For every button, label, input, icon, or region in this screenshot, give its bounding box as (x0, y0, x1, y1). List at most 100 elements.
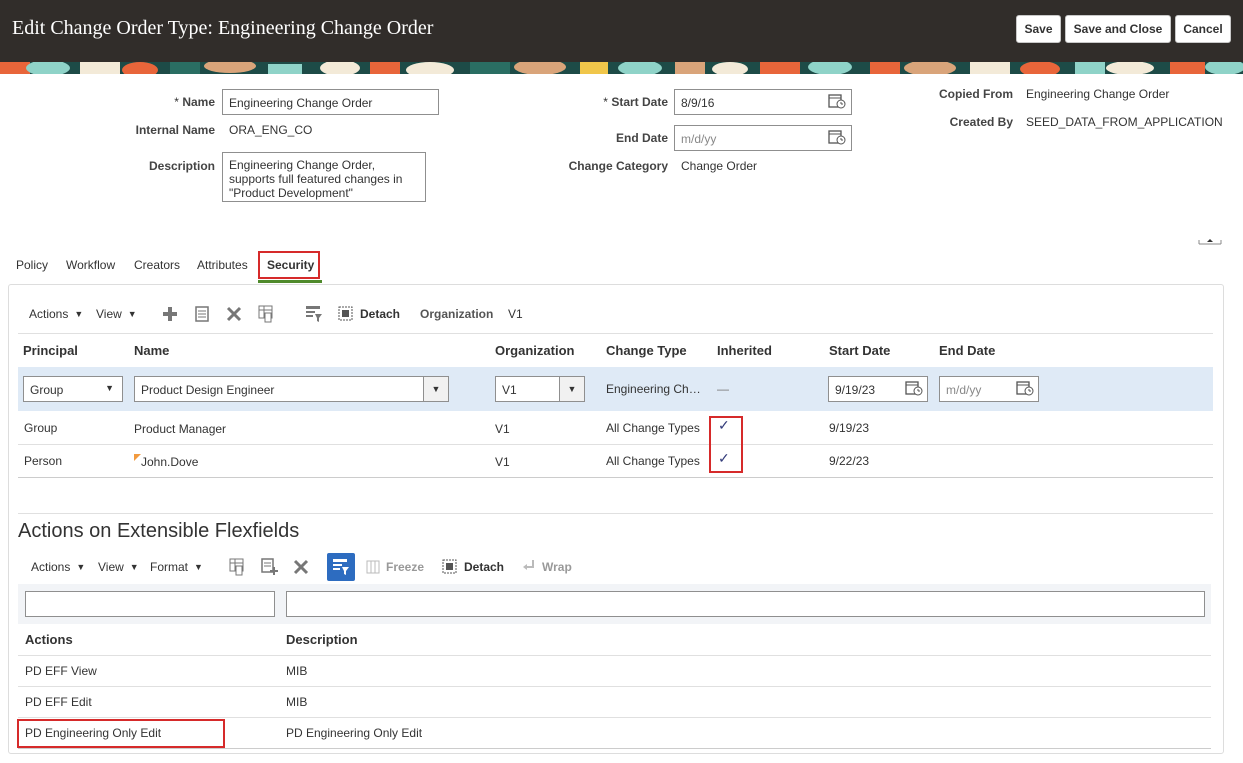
tab-creators[interactable]: Creators (134, 258, 180, 272)
tab-policy[interactable]: Policy (16, 258, 48, 272)
copied-from-label: Copied From (939, 87, 1013, 101)
description-filter-input[interactable] (286, 591, 1205, 617)
detach-button[interactable]: Detach (360, 307, 400, 321)
organization-combobox[interactable]: V1 ▼ (495, 376, 585, 402)
column-header-end-date[interactable]: End Date (939, 343, 995, 358)
column-filter-icon (333, 559, 349, 575)
name-field[interactable]: Engineering Change Order (222, 89, 439, 115)
internal-name-value: ORA_ENG_CO (229, 123, 313, 137)
cancel-button[interactable]: Cancel (1175, 15, 1231, 43)
collapse-icon[interactable] (1198, 236, 1222, 246)
principal-cell: Group (24, 421, 58, 435)
query-by-example-icon[interactable] (229, 558, 245, 576)
actions-menu[interactable]: Actions ▼ (31, 560, 85, 574)
organization-cell: V1 (495, 455, 510, 469)
tab-attributes[interactable]: Attributes (197, 258, 248, 272)
view-menu[interactable]: View ▼ (98, 560, 139, 574)
description-cell: PD Engineering Only Edit (286, 726, 423, 740)
created-by-label: Created By (949, 115, 1013, 129)
save-and-close-button[interactable]: Save and Close (1065, 15, 1171, 43)
active-tab-underline (258, 280, 322, 283)
dropdown-button[interactable]: ▼ (559, 376, 585, 402)
row-divider (18, 717, 1211, 718)
tab-workflow[interactable]: Workflow (66, 258, 115, 272)
section-divider (18, 513, 1213, 514)
edit-icon[interactable] (194, 306, 210, 322)
principal-cell: Person (24, 454, 63, 468)
format-menu[interactable]: Format ▼ (150, 560, 203, 574)
wrap-button: Wrap (542, 560, 572, 574)
actions-filter-input[interactable] (25, 591, 275, 617)
name-label: * Name (174, 95, 215, 109)
column-header-principal[interactable]: Principal (23, 343, 78, 358)
principal-select[interactable]: Group ▼ (23, 376, 123, 402)
organization-filter-label: Organization (420, 307, 494, 321)
description-cell: MIB (286, 664, 308, 678)
filter-toggle-button[interactable] (327, 553, 355, 581)
detach-button[interactable]: Detach (464, 560, 504, 574)
organization-cell: V1 (495, 422, 510, 436)
column-header-organization[interactable]: Organization (495, 343, 574, 358)
detach-icon[interactable] (442, 559, 457, 574)
freeze-icon (366, 560, 380, 574)
start-date-field[interactable]: 8/9/16 (674, 89, 852, 115)
column-header-inherited[interactable]: Inherited (717, 343, 772, 358)
view-menu[interactable]: View ▼ (96, 307, 137, 321)
highlight-engineering-only-edit (17, 719, 225, 748)
change-type-cell: All Change Types (606, 421, 700, 435)
change-type-cell: All Change Types (606, 454, 700, 468)
start-date-label: * Start Date (603, 95, 668, 109)
action-cell: PD EFF Edit (25, 695, 92, 709)
table-header-top-border (18, 333, 1213, 334)
chevron-down-icon: ▼ (105, 383, 114, 393)
created-by-value: SEED_DATA_FROM_APPLICATION (1026, 115, 1223, 129)
inherited-cell: — (717, 382, 729, 396)
actions-menu[interactable]: Actions ▼ (29, 307, 83, 321)
page-title: Edit Change Order Type: Engineering Chan… (12, 17, 434, 39)
copied-from-value: Engineering Change Order (1026, 87, 1170, 101)
change-type-cell: Engineering Ch… (606, 382, 701, 396)
calendar-icon[interactable] (828, 129, 846, 145)
change-category-value: Change Order (681, 159, 758, 173)
calendar-icon[interactable] (1016, 380, 1034, 396)
name-cell: John.Dove (141, 455, 199, 469)
dropdown-arrow-icon: ▼ (129, 562, 139, 572)
query-by-example-icon[interactable] (258, 305, 274, 323)
internal-name-label: Internal Name (135, 123, 215, 137)
calendar-icon[interactable] (828, 93, 846, 109)
description-label: Description (148, 159, 215, 173)
add-row-icon[interactable] (261, 558, 279, 576)
end-date-field[interactable]: m/d/yy (674, 125, 852, 151)
change-category-label: Change Category (568, 159, 668, 173)
dropdown-arrow-icon: ▼ (76, 562, 86, 572)
row-divider (18, 655, 1211, 656)
delete-icon[interactable] (293, 559, 309, 575)
banner-pattern (0, 62, 1243, 74)
dropdown-button[interactable]: ▼ (423, 376, 449, 402)
column-header-name[interactable]: Name (134, 343, 169, 358)
column-header-actions[interactable]: Actions (25, 632, 73, 647)
description-cell: MIB (286, 695, 308, 709)
start-date-cell: 9/19/23 (829, 421, 870, 435)
column-header-change-type[interactable]: Change Type (606, 343, 687, 358)
action-cell: PD EFF View (25, 664, 97, 678)
add-icon[interactable] (162, 306, 178, 322)
dropdown-arrow-icon: ▼ (567, 384, 577, 394)
start-date-cell: 9/22/23 (829, 454, 870, 468)
description-field[interactable]: Engineering Change Order, supports full … (222, 152, 426, 202)
save-button[interactable]: Save (1016, 15, 1061, 43)
column-filter-icon[interactable] (305, 305, 323, 323)
name-combobox[interactable]: Product Design Engineer ▼ (134, 376, 449, 402)
delete-icon[interactable] (226, 306, 242, 322)
freeze-button: Freeze (386, 560, 425, 574)
row-divider (18, 686, 1211, 687)
page-header: Edit Change Order Type: Engineering Chan… (0, 0, 1243, 62)
dropdown-arrow-icon: ▼ (127, 309, 137, 319)
column-header-start-date[interactable]: Start Date (829, 343, 890, 358)
calendar-icon[interactable] (905, 380, 923, 396)
column-header-description[interactable]: Description (286, 632, 358, 647)
section-title: Actions on Extensible Flexfields (18, 520, 300, 542)
row-divider (18, 444, 1213, 445)
name-cell: Product Manager (134, 422, 227, 436)
detach-icon[interactable] (338, 306, 353, 321)
